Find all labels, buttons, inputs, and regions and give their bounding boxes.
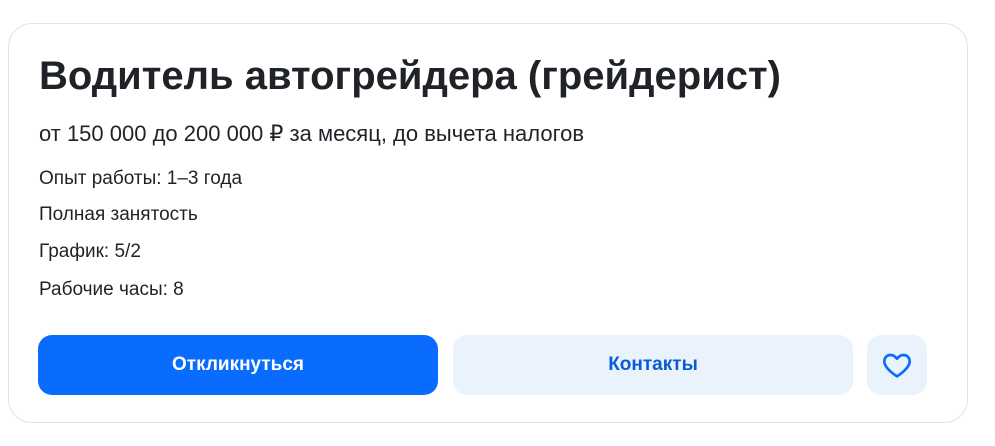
respond-button-label: Откликнуться	[172, 354, 304, 375]
salary-text: от 150 000 до 200 000 ₽ за месяц, до выч…	[39, 121, 585, 146]
favorite-button[interactable]	[867, 335, 927, 395]
schedule-text: График: 5/2	[39, 241, 141, 262]
working-hours-text: Рабочие часы: 8	[39, 279, 184, 300]
vacancy-title: Водитель автогрейдера (грейдерист)	[39, 54, 781, 98]
vacancy-card: Водитель автогрейдера (грейдерист) от 15…	[8, 23, 968, 423]
respond-button[interactable]: Откликнуться	[38, 335, 438, 395]
heart-icon	[881, 349, 913, 381]
employment-type-text: Полная занятость	[39, 204, 198, 225]
contacts-button[interactable]: Контакты	[453, 335, 853, 395]
contacts-button-label: Контакты	[608, 354, 698, 375]
experience-text: Опыт работы: 1–3 года	[39, 168, 243, 189]
